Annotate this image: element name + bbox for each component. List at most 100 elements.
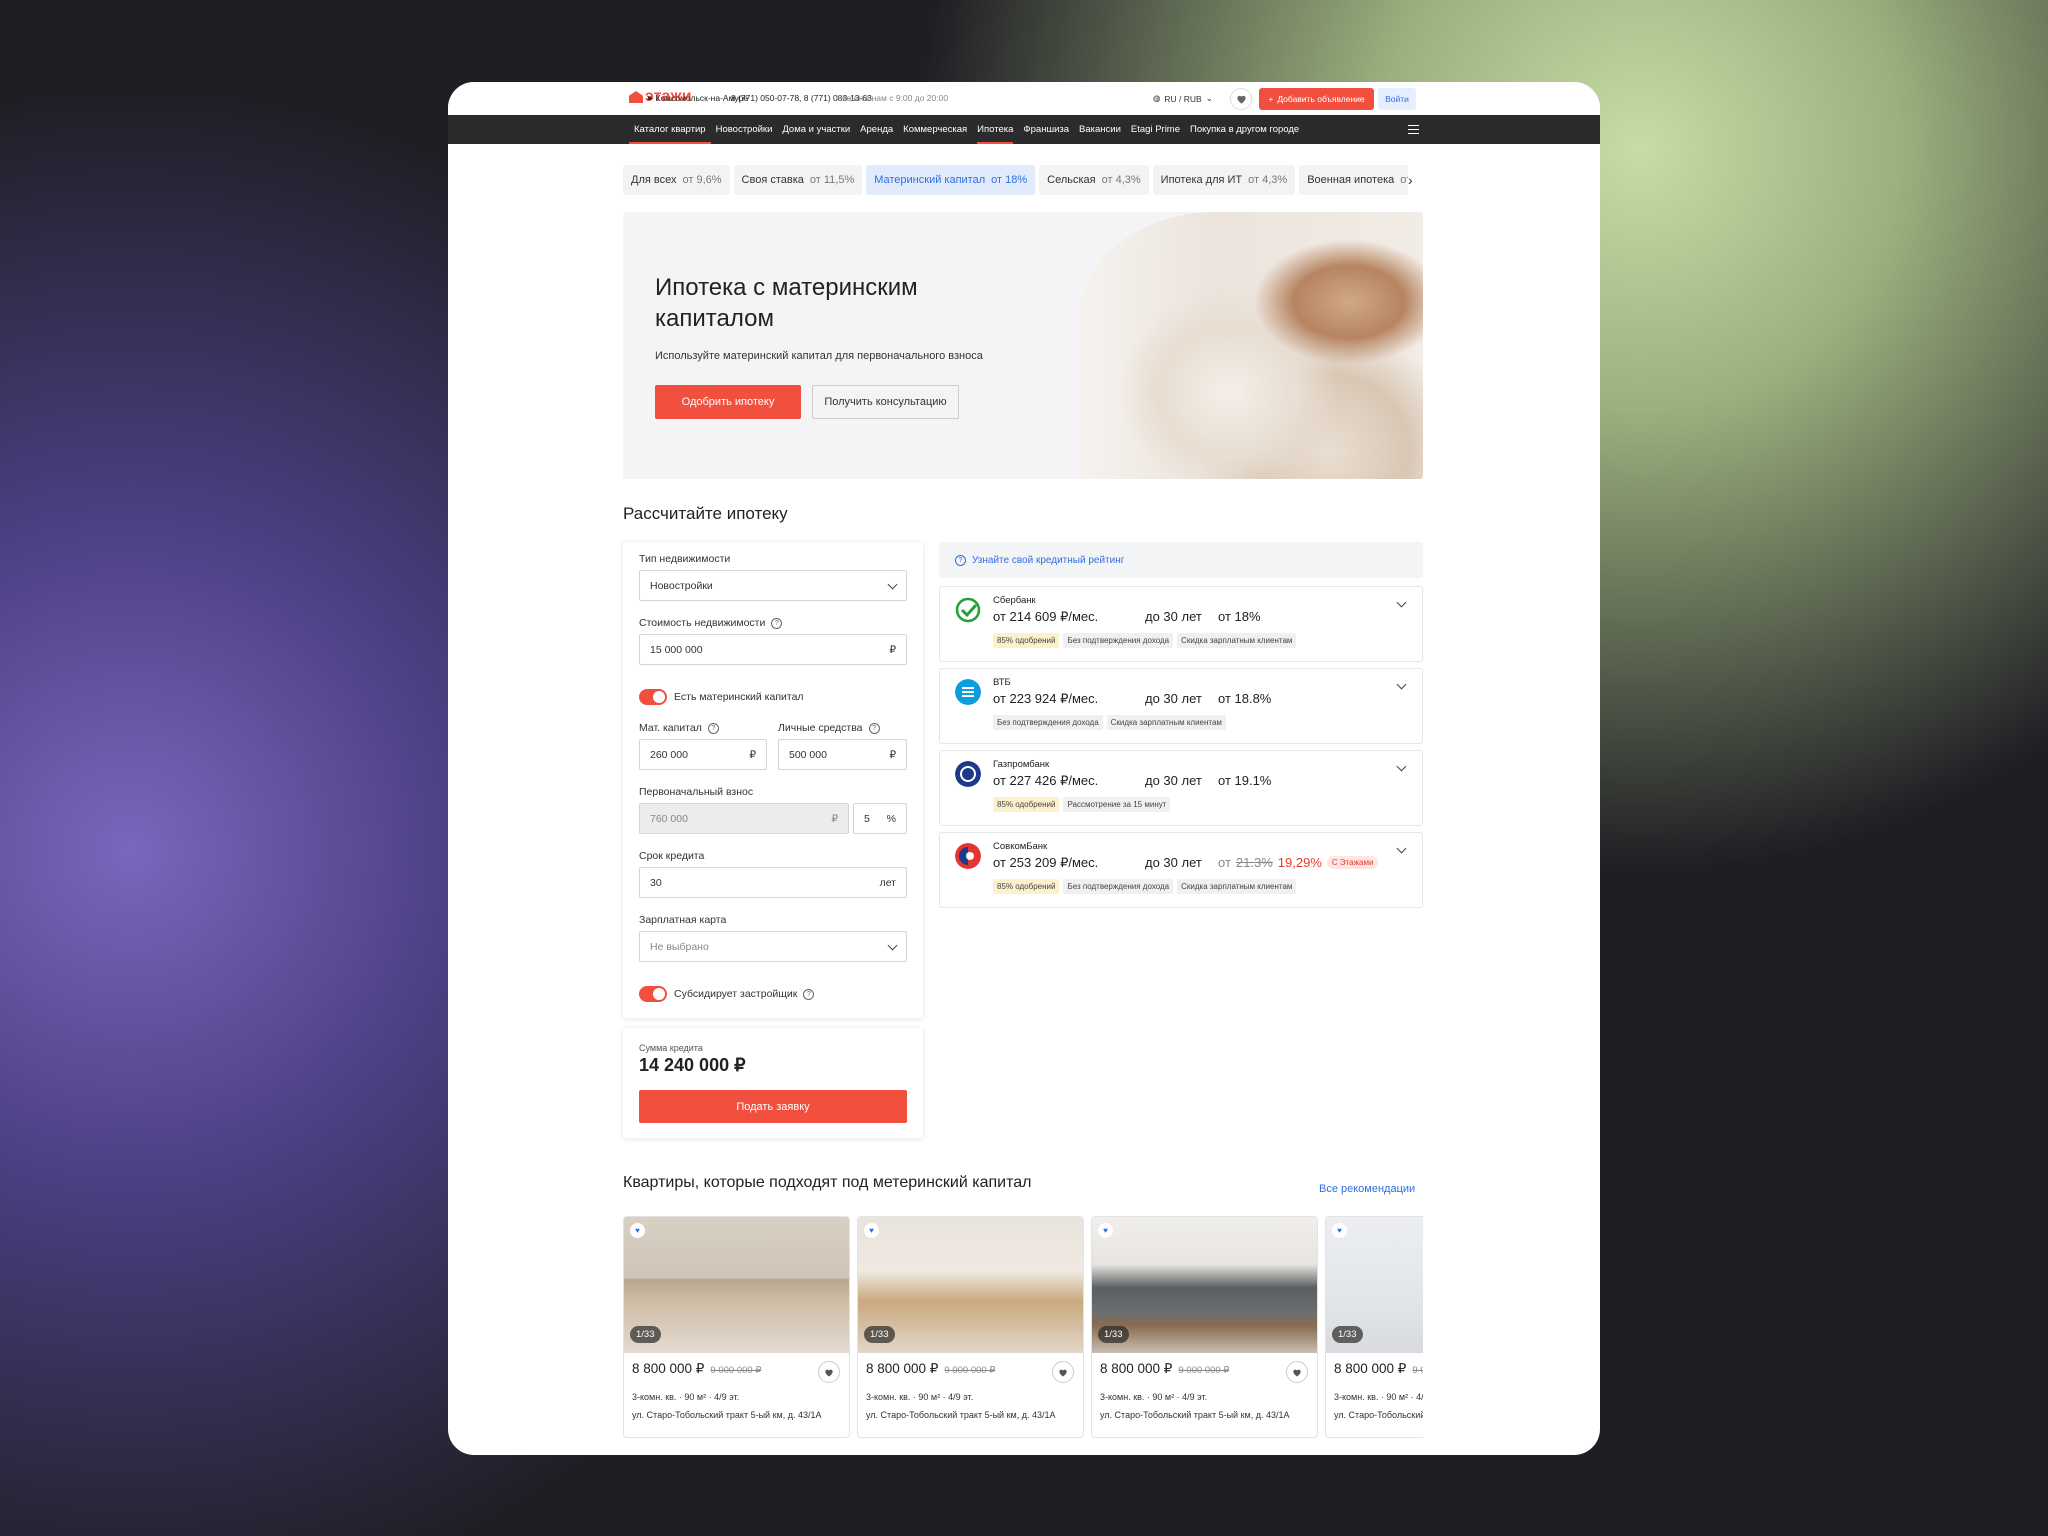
expand-chevron-icon[interactable] [1396, 679, 1407, 690]
developer-subsidy-toggle-label: Субсидирует застройщик? [674, 988, 815, 1000]
old-price: 9 000 000 ₽ [1412, 1365, 1423, 1376]
listing-params: 3-комн. кв. · 90 м² · 4/9 эт. [1100, 1392, 1208, 1402]
verified-icon: ♥ [630, 1223, 645, 1238]
new-rate: 19,29% [1277, 855, 1322, 870]
tab-rate: от 9,6% [682, 174, 722, 186]
currency-sign: ₽ [749, 748, 756, 761]
menu-icon[interactable] [1408, 125, 1419, 134]
monthly-payment: от 227 426 ₽/мес. [993, 773, 1099, 788]
login-button[interactable]: Войти [1378, 88, 1416, 110]
nav-item-vacancies[interactable]: Вакансии [1074, 115, 1126, 144]
down-payment-input: 760 000 ₽ [639, 803, 849, 834]
rate-value: от 18% [1218, 609, 1261, 624]
rate-value: от 19.1% [1218, 773, 1272, 788]
credit-rating-text: Узнайте свой кредитный рейтинг [972, 554, 1125, 566]
location-arrow-icon: ➤ [646, 93, 654, 103]
nav-item-rent[interactable]: Аренда [855, 115, 898, 144]
property-type-select[interactable]: Новостройки [639, 570, 907, 601]
help-icon[interactable]: ? [803, 988, 815, 1000]
salary-card-select[interactable]: Не выбрано [639, 931, 907, 962]
tab-rural[interactable]: Сельская от 4,3% [1039, 165, 1149, 195]
listing-price: 8 800 000 ₽ 9 000 000 ₽ [1100, 1361, 1229, 1377]
listing-card[interactable]: ♥ 1/33 8 800 000 ₽ 9 000 000 ₽ 3-комн. кв… [1325, 1216, 1423, 1438]
listing-price: 8 800 000 ₽ 9 000 000 ₽ [1334, 1361, 1423, 1377]
credit-rating-link[interactable]: ? Узнайте свой кредитный рейтинг [939, 542, 1423, 578]
favorite-button[interactable] [1052, 1361, 1074, 1383]
monthly-payment: от 253 209 ₽/мес. [993, 855, 1099, 870]
matcap-input[interactable]: 260 000 ₽ [639, 739, 767, 770]
nav-item-mortgage[interactable]: Ипотека [972, 115, 1018, 144]
bank-offer-sovcombank[interactable]: СовкомБанк от 253 209 ₽/мес. до 30 лет о… [939, 832, 1423, 908]
language-currency-selector[interactable]: ◍ RU / RUB ⌄ [1153, 93, 1213, 104]
vtb-logo-icon [955, 679, 981, 705]
label-text: Личные средства [778, 722, 863, 734]
bank-offer-gazprombank[interactable]: Газпромбанк от 227 426 ₽/мес. до 30 лет … [939, 750, 1423, 826]
bank-offer-sberbank[interactable]: Сбербанк от 214 609 ₽/мес. до 30 лет от … [939, 586, 1423, 662]
listing-card[interactable]: ♥ 1/33 8 800 000 ₽ 9 000 000 ₽ 3-комн. кв… [623, 1216, 850, 1438]
expand-chevron-icon[interactable] [1396, 843, 1407, 854]
tab-it[interactable]: Ипотека для ИТ от 4,3% [1152, 165, 1296, 195]
favorite-button[interactable] [1286, 1361, 1308, 1383]
bank-tags: 85% одобрений Без подтверждения дохода Ски… [993, 879, 1297, 894]
heart-icon [1059, 1369, 1067, 1377]
verified-icon: ♥ [1332, 1223, 1347, 1238]
working-hours: Звоните нам с 9:00 до 20:00 [837, 93, 949, 103]
help-icon[interactable]: ? [868, 722, 880, 734]
nav-item-commercial[interactable]: Коммерческая [898, 115, 972, 144]
interest-rate: от 21.3% 19,29% С Этажами [1218, 855, 1379, 870]
favorites-button[interactable] [1230, 88, 1252, 110]
expand-chevron-icon[interactable] [1396, 597, 1407, 608]
expand-chevron-icon[interactable] [1396, 761, 1407, 772]
bank-offer-vtb[interactable]: ВТБ от 223 924 ₽/мес. до 30 лет от 18.8%… [939, 668, 1423, 744]
label-text: Первоначальный взнос [639, 786, 754, 798]
get-consultation-button[interactable]: Получить консультацию [812, 385, 959, 419]
select-value: Не выбрано [650, 940, 709, 953]
tag: 85% одобрений [993, 633, 1060, 648]
nav-item-catalog[interactable]: Каталог квартир [629, 115, 711, 144]
approve-mortgage-button[interactable]: Одобрить ипотеку [655, 385, 801, 419]
help-icon[interactable]: ? [771, 617, 783, 629]
bank-name: СовкомБанк [993, 841, 1048, 852]
listing-carousel: ♥ 1/33 8 800 000 ₽ 9 000 000 ₽ 3-комн. кв… [623, 1216, 1423, 1440]
heart-icon [825, 1369, 833, 1377]
all-recommendations-link[interactable]: Все рекомендации [1319, 1183, 1415, 1195]
loan-term-label: Срок кредита [639, 850, 704, 862]
tab-military[interactable]: Военная ипотекаот 4,3% [1299, 165, 1423, 195]
chevron-down-icon [1396, 597, 1407, 608]
photo-counter: 1/33 [630, 1326, 661, 1343]
help-icon[interactable]: ? [707, 722, 719, 734]
favorite-button[interactable] [818, 1361, 840, 1383]
tag: Скидка зарплатным клиентам [1177, 879, 1297, 894]
nav-item-etagi-prime[interactable]: Etagi Prime [1126, 115, 1185, 144]
own-funds-label: Личные средства? [778, 722, 880, 734]
down-payment-percent-input[interactable]: 5% [853, 803, 907, 834]
bank-name: Газпромбанк [993, 759, 1050, 770]
listing-card[interactable]: ♥ 1/33 8 800 000 ₽ 9 000 000 ₽ 3-комн. кв… [857, 1216, 1084, 1438]
nav-item-other-city[interactable]: Покупка в другом городе [1185, 115, 1304, 144]
maternity-capital-toggle[interactable] [639, 689, 667, 705]
chevron-down-icon: ⌄ [1205, 93, 1213, 103]
listing-card[interactable]: ♥ 1/33 8 800 000 ₽ 9 000 000 ₽ 3-комн. кв… [1091, 1216, 1318, 1438]
tab-label: Материнский капитал [874, 174, 986, 186]
label-text: Стоимость недвижимости [639, 617, 766, 629]
nav-item-houses[interactable]: Дома и участки [777, 115, 855, 144]
developer-subsidy-toggle[interactable] [639, 986, 667, 1002]
globe-icon: ◍ [1153, 93, 1161, 103]
nav-item-franchise[interactable]: Франшиза [1018, 115, 1074, 144]
bank-tags: Без подтверждения дохода Скидка зарплатны… [993, 715, 1226, 730]
property-price-input[interactable]: 15 000 000 ₽ [639, 634, 907, 665]
submit-application-button[interactable]: Подать заявку [639, 1090, 907, 1123]
loan-amount-label: Сумма кредита [639, 1043, 703, 1053]
nav-item-new-buildings[interactable]: Новостройки [711, 115, 778, 144]
tab-for-all[interactable]: Для всех от 9,6% [623, 165, 730, 195]
loan-term-input[interactable]: 30 лет [639, 867, 907, 898]
tab-maternity-capital[interactable]: Материнский капитал от 18% [866, 165, 1036, 195]
label-text: Срок кредита [639, 850, 705, 862]
loan-term: до 30 лет [1145, 691, 1202, 706]
tab-own-rate[interactable]: Своя ставка от 11,5% [733, 165, 863, 195]
own-funds-input[interactable]: 500 000 ₽ [778, 739, 907, 770]
tab-label: Для всех [631, 174, 677, 186]
add-listing-button[interactable]: + Добавить объявление [1259, 88, 1374, 110]
chevron-right-icon[interactable]: › [1408, 165, 1424, 195]
listing-address: ул. Старо-Тобольский тракт 5-ый км, д. 4… [1100, 1410, 1290, 1420]
